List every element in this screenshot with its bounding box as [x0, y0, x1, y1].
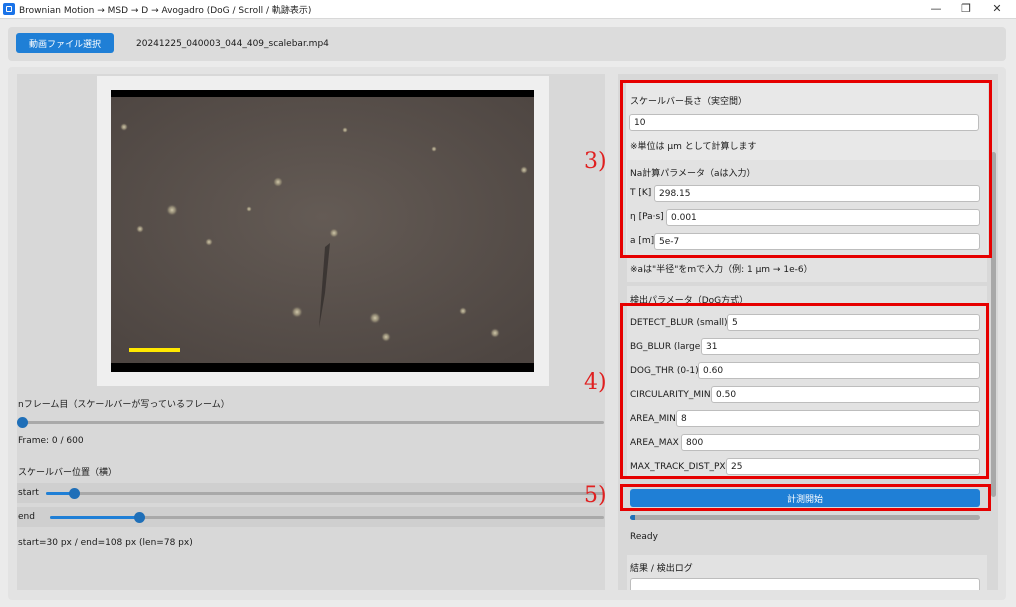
- na-label: Na計算パラメータ（aは入力）: [630, 169, 756, 179]
- area-max-input[interactable]: [681, 434, 980, 451]
- scale-label: スケールバー長さ（実空間）: [630, 97, 748, 107]
- start-label: start: [18, 488, 39, 498]
- window-title: Brownian Motion → MSD → D → Avogadro (Do…: [19, 6, 312, 16]
- scale-bar: [129, 348, 180, 352]
- frame-counter: Frame: 0 / 600: [18, 436, 84, 446]
- progress-bar: [630, 515, 980, 520]
- max-track-dist-input[interactable]: [726, 458, 980, 475]
- frame-slider[interactable]: [21, 421, 604, 424]
- scalebar-result: start=30 px / end=108 px (len=78 px): [18, 538, 193, 548]
- radius-note: ※aは"半径"をmで入力（例: 1 μm → 1e-6）: [630, 265, 813, 275]
- main-area: nフレーム目（スケールバーが写っているフレーム） Frame: 0 / 600 …: [8, 67, 1006, 600]
- radius-input[interactable]: [654, 233, 980, 250]
- log-output[interactable]: [630, 578, 980, 590]
- area-min-input[interactable]: [676, 410, 980, 427]
- annotation-marker-5: 5): [584, 483, 607, 508]
- left-panel: nフレーム目（スケールバーが写っているフレーム） Frame: 0 / 600 …: [17, 74, 605, 590]
- detect-blur-input[interactable]: [727, 314, 980, 331]
- param-label: T [K]: [630, 188, 652, 198]
- start-measurement-button[interactable]: 計測開始: [630, 489, 980, 507]
- param-label: a [m]: [630, 236, 655, 246]
- param-label: AREA_MIN: [630, 414, 676, 424]
- detect-label: 検出パラメータ（DoG方式）: [630, 296, 749, 306]
- app-icon: [3, 3, 15, 15]
- log-label: 結果 / 検出ログ: [630, 564, 693, 574]
- status-text: Ready: [630, 532, 658, 542]
- start-slider[interactable]: [46, 492, 604, 495]
- bg-blur-input[interactable]: [701, 338, 980, 355]
- param-label: CIRCULARITY_MIN: [630, 390, 711, 400]
- video-frame: [97, 76, 549, 386]
- start-slider-thumb[interactable]: [68, 488, 80, 499]
- filename-label: 20241225_040003_044_409_scalebar.mp4: [136, 39, 329, 49]
- param-label: η [Pa·s]: [630, 212, 664, 222]
- particle-layer: [111, 97, 534, 363]
- annotation-marker-3: 3): [584, 149, 607, 174]
- end-label: end: [18, 512, 35, 522]
- param-label: AREA_MAX: [630, 438, 679, 448]
- toolbar: 動画ファイル選択 20241225_040003_044_409_scaleba…: [8, 27, 1006, 61]
- end-slider-fill: [50, 516, 139, 519]
- title-bar: Brownian Motion → MSD → D → Avogadro (Do…: [0, 0, 1016, 19]
- progress-bar-fill: [630, 515, 635, 520]
- param-label: BG_BLUR (large): [630, 342, 704, 352]
- settings-scrollbar[interactable]: [991, 152, 996, 497]
- video-preview: [111, 90, 534, 372]
- microscope-image: [111, 97, 534, 363]
- param-label: MAX_TRACK_DIST_PX: [630, 462, 726, 472]
- frame-slider-thumb[interactable]: [17, 417, 28, 428]
- frame-label: nフレーム目（スケールバーが写っているフレーム）: [18, 400, 230, 410]
- scalebar-position-label: スケールバー位置（横）: [18, 468, 118, 478]
- dog-threshold-input[interactable]: [698, 362, 980, 379]
- temperature-input[interactable]: [654, 185, 980, 202]
- settings-panel: スケールバー長さ（実空間） ※単位は μm として計算します Na計算パラメータ…: [618, 74, 998, 590]
- annotation-marker-4: 4): [584, 370, 607, 395]
- param-label: DOG_THR (0-1): [630, 366, 699, 376]
- minimize-button[interactable]: —: [921, 0, 951, 18]
- close-button[interactable]: ✕: [982, 0, 1012, 18]
- end-slider-thumb[interactable]: [133, 512, 145, 523]
- maximize-button[interactable]: ❐: [951, 0, 981, 18]
- scale-length-input[interactable]: [629, 114, 979, 131]
- open-video-button[interactable]: 動画ファイル選択: [16, 33, 114, 53]
- viscosity-input[interactable]: [666, 209, 980, 226]
- param-label: DETECT_BLUR (small): [630, 318, 728, 328]
- scale-unit-note: ※単位は μm として計算します: [630, 142, 757, 152]
- circularity-input[interactable]: [711, 386, 980, 403]
